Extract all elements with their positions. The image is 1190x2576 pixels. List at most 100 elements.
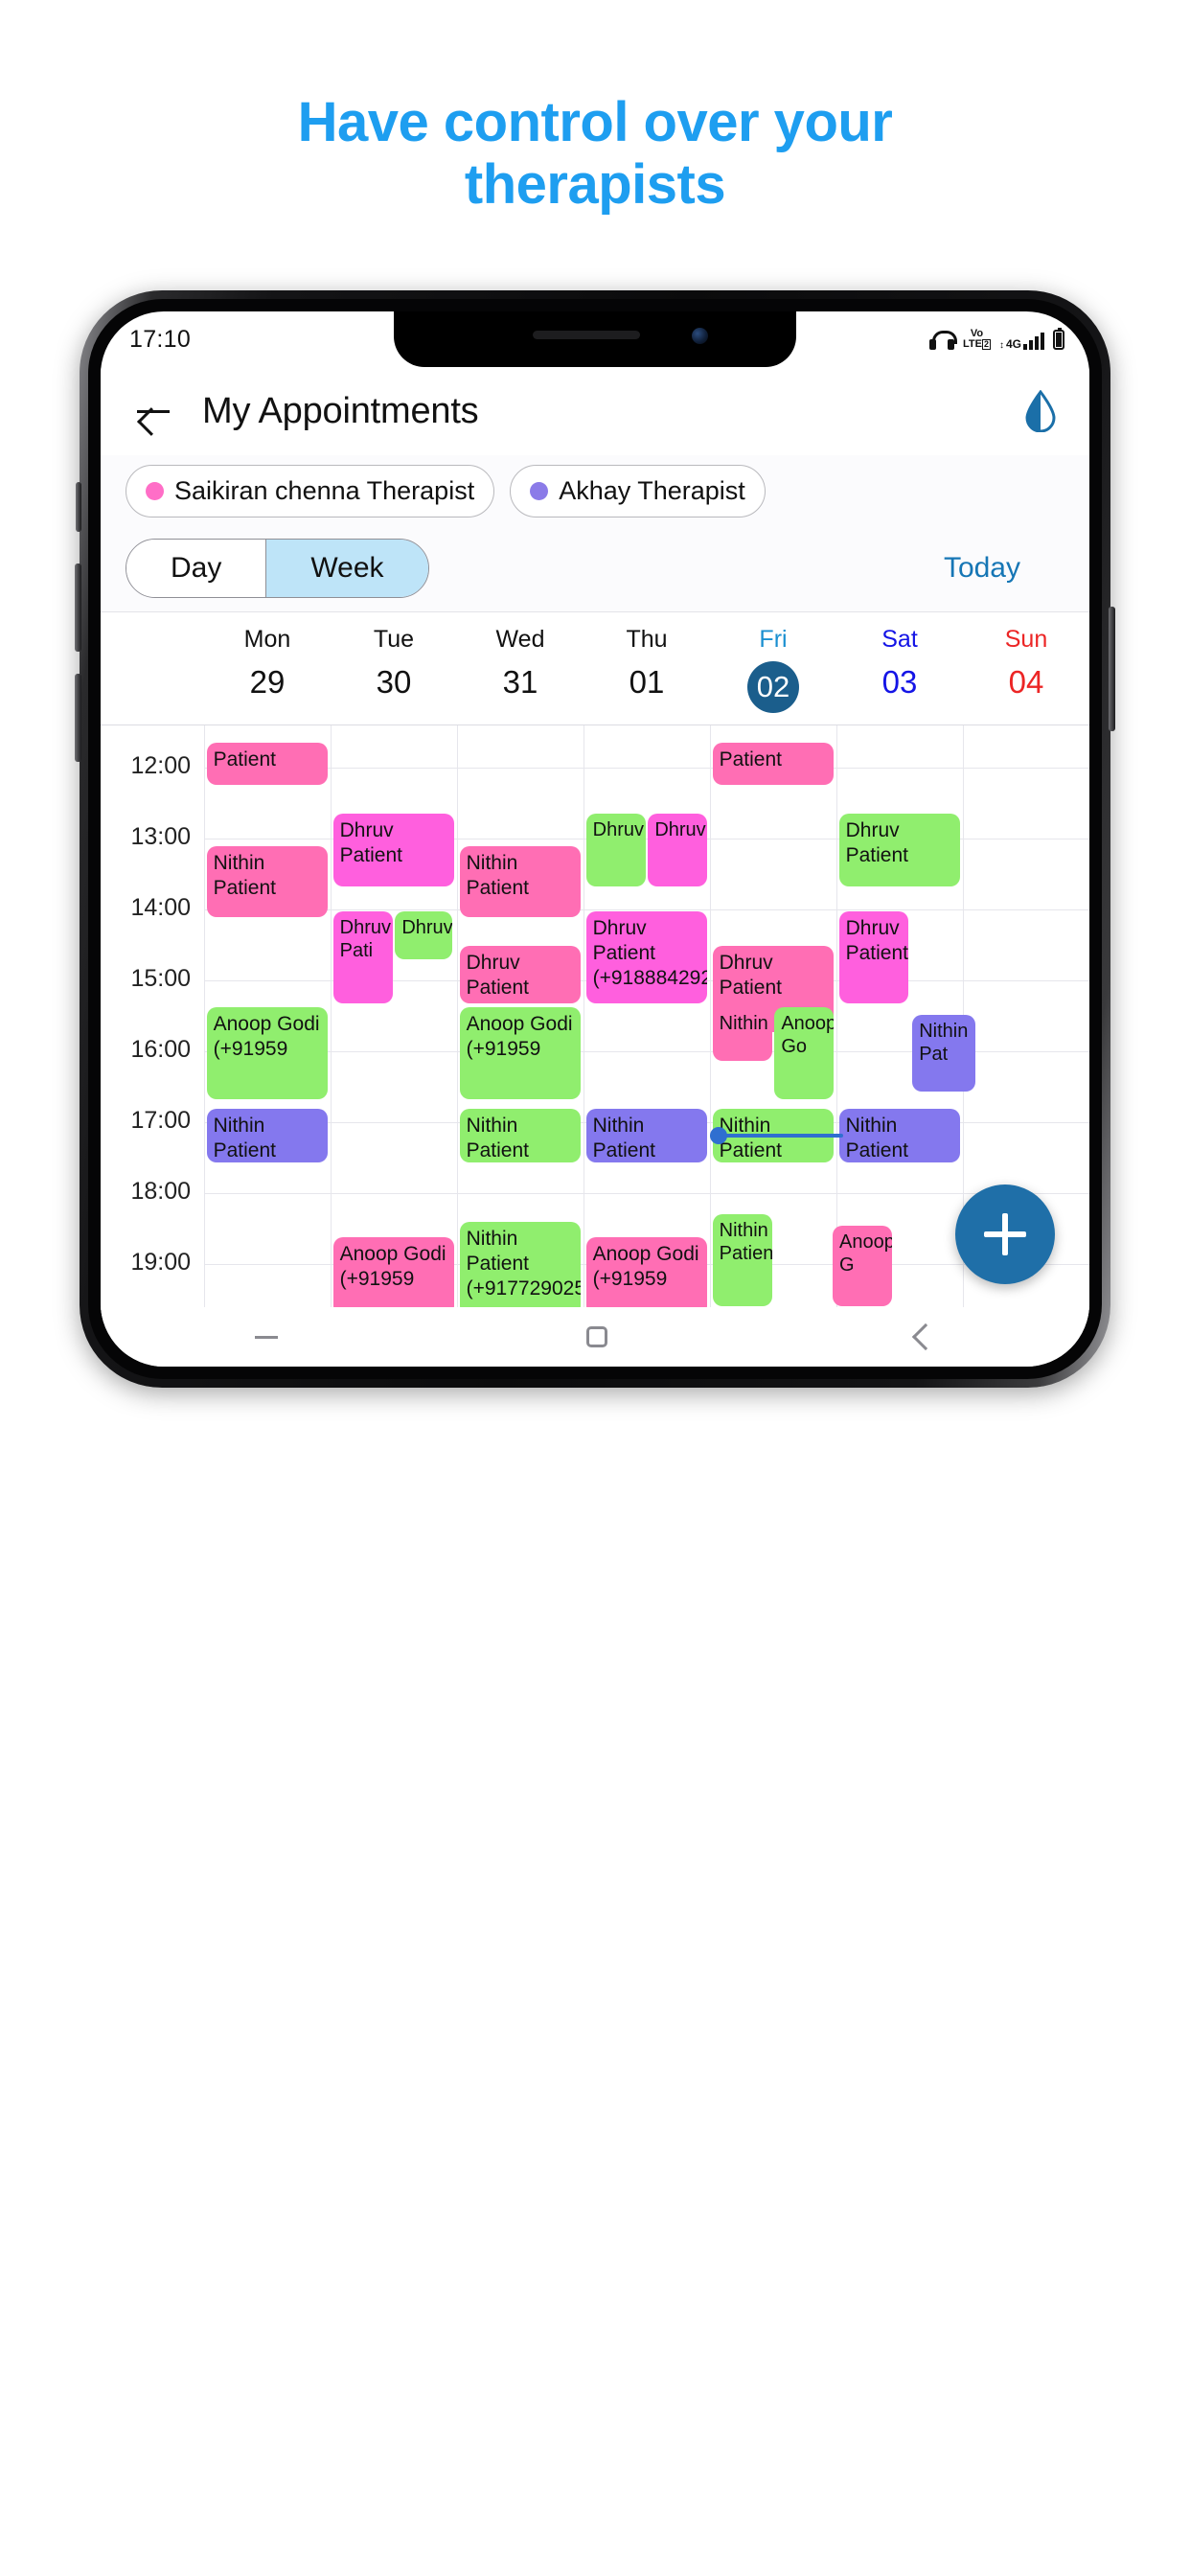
calendar-event[interactable]: Nithin Patient — [206, 1109, 329, 1162]
phone-volume-down-button[interactable] — [75, 674, 81, 762]
day-header-wed[interactable]: Wed 31 — [457, 626, 584, 713]
phone-power-button[interactable] — [1109, 607, 1115, 731]
day-name: Sun — [1004, 626, 1048, 653]
headphones-icon — [929, 331, 957, 350]
hour-gridline — [204, 1193, 1089, 1194]
day-number: 03 — [881, 664, 918, 700]
day-number: 31 — [502, 664, 538, 700]
status-bar-clock: 17:10 — [129, 325, 192, 353]
battery-icon — [1053, 328, 1064, 350]
calendar-event[interactable]: Anoop Godi (+91959 — [585, 1237, 708, 1316]
day-name: Sat — [881, 626, 918, 653]
calendar-event[interactable]: Nithin Patient — [712, 1214, 772, 1306]
add-appointment-fab[interactable] — [955, 1184, 1055, 1284]
calendar-event[interactable]: Anoop Godi (+91959 — [459, 1007, 582, 1099]
signal-bars-icon — [1023, 333, 1044, 350]
recent-apps-icon[interactable] — [255, 1335, 278, 1339]
volte-icon: Vo LTE 2 — [963, 329, 991, 350]
today-button[interactable]: Today — [944, 552, 1020, 585]
day-header-fri[interactable]: Fri 02 — [710, 626, 836, 713]
calendar-event[interactable]: Nithin Patient — [585, 1109, 708, 1162]
earpiece-speaker — [533, 331, 641, 339]
day-gridline — [331, 725, 332, 1322]
day-gridline — [710, 725, 711, 1322]
page-title: My Appointments — [202, 390, 479, 431]
calendar-event[interactable]: Nithin Patient — [206, 846, 329, 917]
calendar-event[interactable]: Nithin Patient — [459, 1109, 582, 1162]
phone-mute-switch[interactable] — [76, 482, 81, 532]
calendar-event[interactable]: Nithin Patient — [838, 1109, 961, 1162]
therapist-filter-chips: Saikiran chenna Therapist Akhay Therapis… — [101, 455, 1089, 531]
day-header-sat[interactable]: Sat 03 — [836, 626, 963, 713]
calendar-grid[interactable]: 12:00 13:00 14:00 15:00 16:00 17:00 18:00 19:00… — [101, 725, 1089, 1322]
hour-label: 15:00 — [130, 965, 191, 992]
hour-label: 14:00 — [130, 894, 191, 921]
calendar-event[interactable]: Nithin Patient — [459, 846, 582, 917]
hour-gridline — [204, 909, 1089, 910]
network-signal-icon: ↕ 4G — [998, 333, 1044, 351]
day-number: 04 — [1008, 664, 1044, 700]
time-gutter: 12:00 13:00 14:00 15:00 16:00 17:00 18:00 19:00 — [101, 725, 204, 1322]
calendar-event[interactable]: Dhruv — [648, 814, 708, 886]
calendar-event[interactable]: Anoop Godi (+91959 — [332, 1237, 455, 1316]
phone-bezel: 17:10 Vo LTE 2 ↕ 4G My Appointments Saik… — [88, 299, 1102, 1379]
calendar-event[interactable]: Nithin Patient (+91772902543 — [459, 1222, 582, 1316]
hour-gridline — [204, 768, 1089, 769]
tab-day[interactable]: Day — [126, 540, 267, 597]
calendar-event[interactable]: Dhruv — [585, 814, 646, 886]
day-header-tue[interactable]: Tue 30 — [331, 626, 457, 713]
day-gridline — [204, 725, 205, 1322]
promo-line-2: therapists — [464, 152, 726, 216]
volte-bottom-label: LTE — [963, 338, 982, 350]
therapist-chip-label: Akhay Therapist — [559, 476, 745, 505]
promo-line-1: Have control over your — [297, 91, 893, 153]
time-gutter-spacer — [101, 626, 204, 713]
tab-week[interactable]: Week — [266, 540, 428, 597]
day-name: Thu — [626, 626, 668, 653]
promo-headline: Have control over your therapists — [0, 91, 1190, 217]
therapist-chip-0[interactable]: Saikiran chenna Therapist — [126, 465, 495, 518]
home-icon[interactable] — [586, 1326, 607, 1347]
phone-volume-up-button[interactable] — [75, 564, 81, 652]
calendar-event[interactable]: Dhruv Patient — [838, 814, 961, 886]
day-header-thu[interactable]: Thu 01 — [584, 626, 710, 713]
hour-label: 13:00 — [130, 823, 191, 850]
view-mode-segmented-control: Day Week — [126, 539, 429, 598]
view-controls: Day Week Today — [101, 531, 1089, 612]
calendar-event[interactable]: Dhruv — [395, 911, 452, 959]
day-name: Wed — [495, 626, 545, 653]
calendar-event[interactable]: Patient — [206, 743, 329, 785]
calendar-event[interactable]: Dhruv Pati — [332, 911, 393, 1003]
hour-label: 18:00 — [130, 1178, 191, 1205]
calendar-event[interactable]: Dhruv Patient — [332, 814, 455, 886]
day-header-mon[interactable]: Mon 29 — [204, 626, 331, 713]
day-name: Tue — [373, 626, 415, 653]
calendar-event[interactable]: Anoop Go — [774, 1007, 835, 1099]
day-number: 30 — [376, 664, 412, 700]
calendar-event[interactable]: Nithin — [712, 1007, 772, 1061]
therapist-chip-1[interactable]: Akhay Therapist — [510, 465, 766, 518]
calendar-event[interactable]: Dhruv Patient — [459, 946, 582, 1003]
hour-label: 17:00 — [130, 1107, 191, 1134]
day-number: 29 — [249, 664, 286, 700]
hour-label: 19:00 — [130, 1249, 191, 1276]
android-nav-bar — [101, 1307, 1089, 1367]
back-arrow-icon[interactable] — [131, 389, 175, 433]
calendar-event[interactable]: Anoop G — [833, 1226, 893, 1306]
calendar-event[interactable]: Patient — [712, 743, 835, 785]
calendar-event[interactable]: Dhruv Patient (+91888429254 — [585, 911, 708, 1003]
calendar-event[interactable]: Anoop Godi (+91959 — [206, 1007, 329, 1099]
hour-label: 16:00 — [130, 1036, 191, 1063]
back-icon[interactable] — [911, 1322, 940, 1351]
day-name: Fri — [759, 626, 788, 653]
therapist-chip-label: Saikiran chenna Therapist — [174, 476, 475, 505]
day-number-selected: 02 — [747, 661, 799, 713]
calendar-event[interactable]: Nithin Pat — [912, 1015, 976, 1092]
therapist-color-dot — [530, 482, 549, 500]
day-header-sun[interactable]: Sun 04 — [963, 626, 1089, 713]
status-bar-icons: Vo LTE 2 ↕ 4G — [929, 328, 1064, 351]
droplet-icon[interactable] — [1024, 390, 1057, 432]
data-arrows-icon: ↕ — [998, 340, 1004, 351]
sim-badge: 2 — [981, 339, 991, 350]
calendar-event[interactable]: Dhruv Patient — [838, 911, 909, 1003]
